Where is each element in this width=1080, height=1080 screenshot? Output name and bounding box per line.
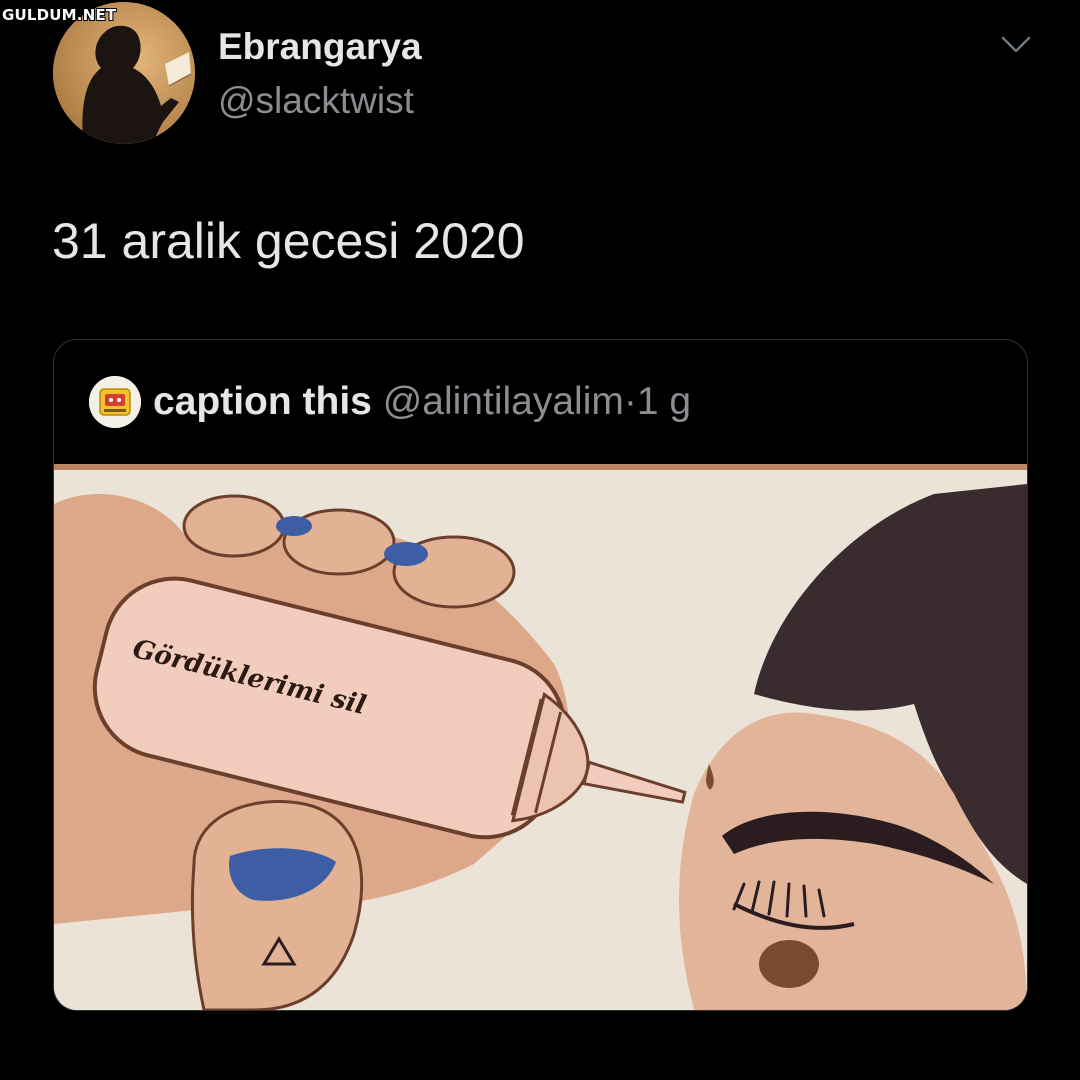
quoted-author-handle[interactable]: @alintilayalim bbox=[383, 380, 624, 423]
watermark: GULDUM.NET bbox=[2, 6, 117, 24]
quoted-tweet-time[interactable]: 1 g bbox=[637, 380, 691, 423]
quoted-tweet-image[interactable]: Gördüklerimi sil bbox=[54, 464, 1027, 1010]
quoted-tweet-header: caption this @alintilayalim·1 g bbox=[54, 340, 1027, 464]
chevron-down-icon[interactable] bbox=[1000, 34, 1032, 56]
author-handle[interactable]: @slacktwist bbox=[218, 80, 414, 122]
tweet-text: 31 aralik gecesi 2020 bbox=[52, 213, 525, 269]
quoted-author-avatar[interactable] bbox=[89, 376, 141, 428]
quoted-tweet-meta: caption this @alintilayalim·1 g bbox=[153, 380, 691, 424]
author-display-name[interactable]: Ebrangarya bbox=[218, 26, 422, 68]
meta-separator: · bbox=[623, 380, 637, 423]
quoted-author-display-name[interactable]: caption this bbox=[153, 380, 372, 423]
quoted-tweet-card[interactable]: caption this @alintilayalim·1 g Gördükle… bbox=[53, 339, 1028, 1011]
